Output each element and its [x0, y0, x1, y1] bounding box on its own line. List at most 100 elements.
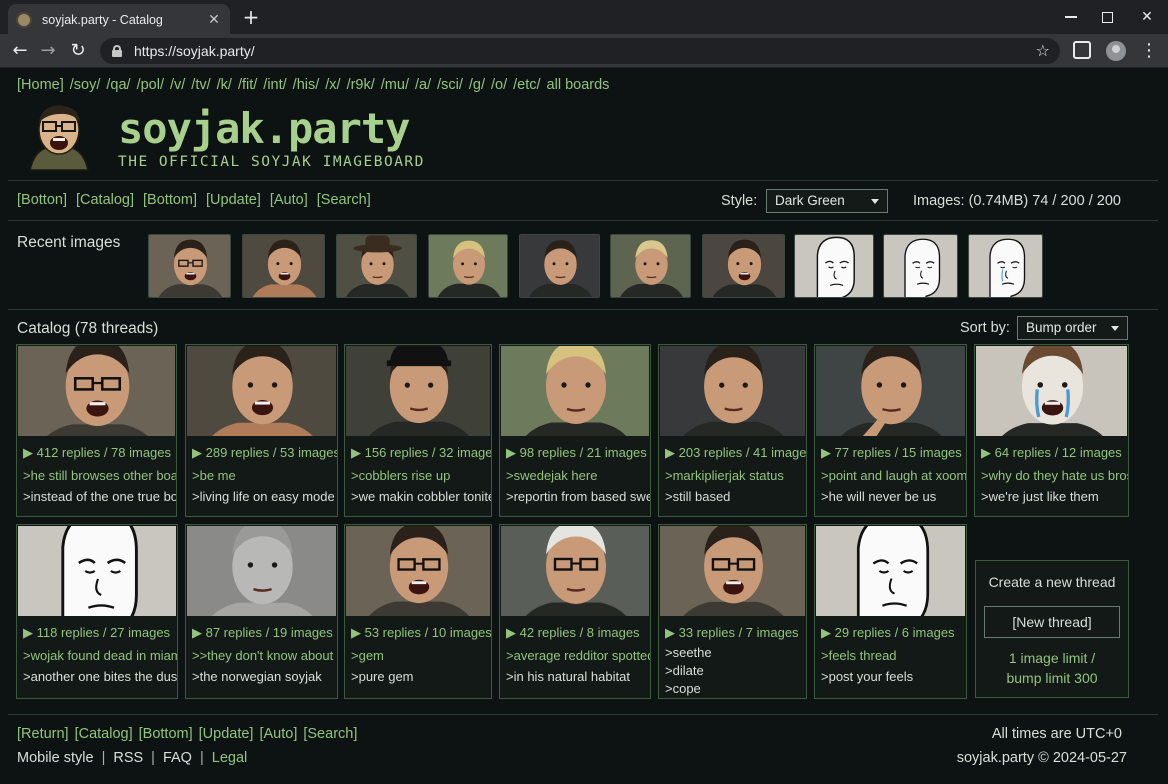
board-link[interactable]: /r9k/ [347, 77, 375, 93]
board-link[interactable]: /his/ [293, 77, 320, 93]
thread-thumbnail[interactable] [816, 526, 965, 616]
thread-card[interactable]: ▶ 64 replies / 12 images >why do they hat… [974, 344, 1129, 517]
thread-thumbnail[interactable] [660, 346, 805, 436]
footer-link[interactable]: RSS [113, 750, 143, 766]
recent-image-thumb[interactable] [336, 234, 417, 298]
separator: | [151, 750, 155, 766]
recent-image-thumb[interactable] [968, 234, 1043, 298]
profile-avatar-icon[interactable] [1106, 41, 1126, 61]
thread-card[interactable]: ▶ 29 replies / 6 images >feels thread >pos… [814, 524, 967, 699]
browser-menu-icon[interactable]: ⋮ [1140, 39, 1158, 63]
footer-link[interactable]: [Bottom] [139, 726, 193, 742]
board-link[interactable]: /v/ [170, 77, 185, 93]
footer-link[interactable]: [Auto] [259, 726, 297, 742]
thread-stats: ▶ 33 replies / 7 images [665, 625, 799, 640]
footer-link[interactable]: [Return] [17, 726, 69, 742]
recent-image-thumb[interactable] [883, 234, 958, 298]
recent-image-thumb[interactable] [519, 234, 600, 298]
thread-card[interactable]: ▶ 289 replies / 53 images >be me >living l… [185, 344, 338, 517]
footer-link[interactable]: [Search] [303, 726, 357, 742]
board-link[interactable]: /sci/ [437, 77, 463, 93]
address-bar[interactable]: https://soyjak.party/ ☆ [100, 38, 1060, 64]
footer-link[interactable]: [Catalog] [75, 726, 133, 742]
board-link[interactable]: /mu/ [381, 77, 409, 93]
close-tab-icon[interactable]: ✕ [206, 12, 222, 28]
recent-image-thumb[interactable] [702, 234, 785, 298]
thread-thumbnail[interactable] [816, 346, 965, 436]
recent-image-thumb[interactable] [242, 234, 325, 298]
separator: | [101, 750, 106, 766]
sort-select[interactable]: Bump order [1017, 316, 1128, 340]
thread-thumbnail[interactable] [976, 346, 1127, 436]
board-link[interactable]: /a/ [415, 77, 431, 93]
thread-card[interactable]: ▶ 87 replies / 19 images >>they don't kno… [185, 524, 338, 699]
footer-link[interactable]: FAQ [163, 750, 192, 766]
recent-image-thumb[interactable] [148, 234, 231, 298]
thread-text-line: >another one bites the dust [23, 669, 178, 684]
recent-image-thumb[interactable] [610, 234, 691, 298]
back-icon[interactable]: ← [8, 39, 32, 63]
thread-card[interactable]: ▶ 412 replies / 78 images >he still brows… [16, 344, 177, 517]
thread-text-line: >why do they hate us bros [981, 468, 1129, 483]
control-link[interactable]: [Botton] [17, 192, 67, 208]
board-link[interactable]: /etc/ [513, 77, 540, 93]
thread-thumbnail[interactable] [187, 526, 336, 616]
thread-card[interactable]: ▶ 118 replies / 27 images >wojak found de… [16, 524, 178, 699]
thread-card[interactable]: ▶ 53 replies / 10 images >gem >pure gem [344, 524, 492, 699]
thread-thumbnail[interactable] [501, 346, 649, 436]
board-link[interactable]: /g/ [469, 77, 485, 93]
thread-card[interactable]: ▶ 98 replies / 21 images >swedejak here >r… [499, 344, 651, 517]
thread-card[interactable]: ▶ 156 replies / 32 images >cobblers rise … [344, 344, 492, 517]
thread-thumbnail[interactable] [18, 346, 175, 436]
thread-thumbnail[interactable] [660, 526, 805, 616]
thread-card[interactable]: ▶ 33 replies / 7 images >seethe >dilate >co… [658, 524, 807, 699]
footer-link[interactable]: Mobile style [17, 750, 94, 766]
sort-label: Sort by: [960, 320, 1010, 336]
board-link[interactable]: all boards [547, 77, 610, 93]
site-title[interactable]: soyjak.party [118, 104, 410, 153]
control-link[interactable]: [Update] [206, 192, 261, 208]
image-limit-text: 1 image limit / [1008, 650, 1096, 666]
bookmark-star-icon[interactable]: ☆ [1036, 41, 1050, 60]
thread-text-line: >gem [351, 648, 384, 663]
thread-thumbnail[interactable] [346, 346, 490, 436]
recent-image-thumb[interactable] [794, 234, 874, 298]
recent-image-thumb[interactable] [428, 234, 508, 298]
board-link[interactable]: [Home] [17, 77, 64, 93]
board-link[interactable]: /qa/ [106, 77, 130, 93]
thread-thumbnail[interactable] [187, 346, 336, 436]
board-link[interactable]: /pol/ [137, 77, 164, 93]
extensions-icon[interactable] [1073, 41, 1091, 59]
new-thread-limits: 1 image limit / bump limit 300 [976, 648, 1128, 688]
board-link[interactable]: /soy/ [70, 77, 101, 93]
footer-link[interactable]: [Update] [199, 726, 254, 742]
board-link[interactable]: /x/ [325, 77, 340, 93]
close-window-icon[interactable]: ✕ [1126, 0, 1168, 34]
thread-thumbnail[interactable] [501, 526, 649, 616]
maximize-icon[interactable] [1086, 0, 1128, 34]
thread-card[interactable]: ▶ 203 replies / 41 images >markiplierjak … [658, 344, 807, 517]
thread-thumbnail[interactable] [346, 526, 490, 616]
board-link[interactable]: /k/ [217, 77, 232, 93]
control-link[interactable]: [Auto] [270, 192, 308, 208]
thread-stats: ▶ 203 replies / 41 images [665, 445, 807, 460]
new-thread-button[interactable]: [New thread] [984, 606, 1120, 638]
board-link[interactable]: /fit/ [238, 77, 257, 93]
control-link[interactable]: [Bottom] [143, 192, 197, 208]
browser-tab[interactable]: soyjak.party - Catalog ✕ [8, 4, 230, 36]
forward-icon[interactable]: → [36, 39, 60, 63]
thread-stats: ▶ 87 replies / 19 images [192, 625, 333, 640]
board-link[interactable]: /int/ [263, 77, 286, 93]
board-link[interactable]: /o/ [491, 77, 507, 93]
control-link[interactable]: [Catalog] [76, 192, 134, 208]
reload-icon[interactable]: ↻ [66, 39, 90, 63]
control-link[interactable]: [Search] [317, 192, 371, 208]
thread-card[interactable]: ▶ 42 replies / 8 images >average redditor… [499, 524, 651, 699]
new-thread-title: Create a new thread [988, 574, 1116, 590]
thread-thumbnail[interactable] [18, 526, 176, 616]
board-link[interactable]: /tv/ [191, 77, 210, 93]
thread-card[interactable]: ▶ 77 replies / 15 images >point and laugh… [814, 344, 967, 517]
footer-link[interactable]: Legal [212, 750, 247, 766]
style-select[interactable]: Dark Green [766, 189, 888, 213]
new-tab-icon[interactable]: + [240, 6, 262, 28]
